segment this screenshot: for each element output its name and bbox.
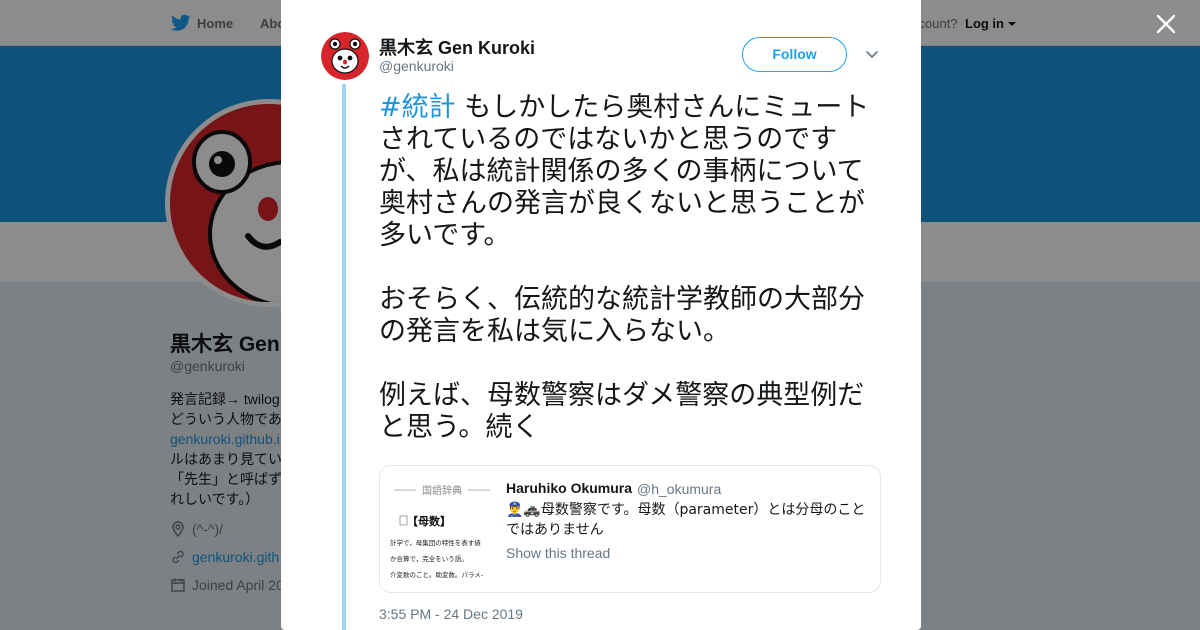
thumb-line: か合算で，完全をいう語。 — [390, 554, 468, 563]
quoted-tweet-text: 👮‍♂️🚓母数警察です。母数（parameter）とは分母のことではありません — [506, 502, 866, 538]
tweet-paragraph: #統計 もしかしたら奥村さんにミュートされているのではないかと思うのですが、私は… — [379, 92, 884, 252]
hashtag-link[interactable]: #統計 — [379, 92, 456, 123]
avatar-face-image — [321, 32, 369, 80]
author-avatar[interactable] — [321, 32, 369, 80]
chevron-down-icon[interactable] — [864, 46, 880, 62]
tweet-modal: 黒木玄 Gen Kuroki @genkuroki Follow #統計 もしか… — [281, 0, 921, 630]
thumb-line: 計学で，母集団の特性を表す値 — [390, 538, 481, 547]
quoted-author-handle: @h_okumura — [637, 481, 722, 497]
author-name[interactable]: 黒木玄 Gen Kuroki — [379, 34, 535, 60]
follow-button[interactable]: Follow — [742, 37, 847, 72]
tweet-text: #統計 もしかしたら奥村さんにミュートされているのではないかと思うのですが、私は… — [379, 92, 884, 476]
thumb-line: 介変数のこと。助変数。パラメ- — [390, 570, 484, 579]
dictionary-thumbnail: 国語辞典 【母数】 計学で，母集団の特性を表す値 か合算で，完全をいう語。 介変… — [390, 478, 495, 582]
quoted-tweet-image: 国語辞典 【母数】 計学で，母集団の特性を表す値 か合算で，完全をいう語。 介変… — [390, 478, 495, 582]
quoted-author-name: Haruhiko Okumura — [506, 480, 633, 496]
thumb-title: 国語辞典 — [422, 484, 462, 497]
tweet-paragraph: 例えば、母数警察はダメ警察の典型例だと思う。続く — [379, 380, 865, 443]
quoted-tweet[interactable]: 国語辞典 【母数】 計学で，母集団の特性を表す値 か合算で，完全をいう語。 介変… — [379, 465, 881, 593]
thumb-word: 【母数】 — [407, 514, 451, 528]
author-handle[interactable]: @genkuroki — [379, 58, 454, 74]
thread-line — [342, 84, 346, 630]
close-icon[interactable] — [1155, 13, 1177, 35]
show-thread-link[interactable]: Show this thread — [506, 545, 610, 561]
tweet-timestamp[interactable]: 3:55 PM - 24 Dec 2019 — [379, 606, 523, 622]
tweet-paragraph: おそらく、伝統的な統計学教師の大部分の発言を私は気に入らない。 — [379, 284, 865, 347]
